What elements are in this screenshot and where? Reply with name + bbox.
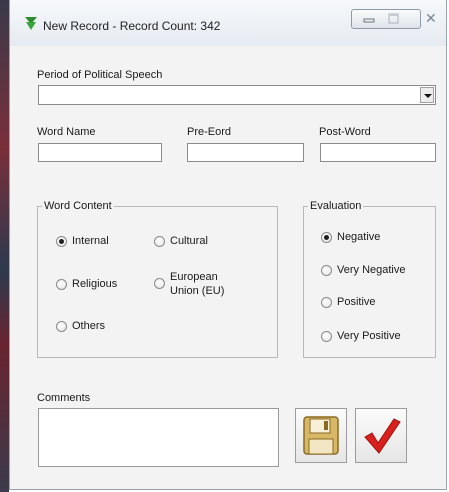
pre-word-input[interactable] [187,143,304,162]
radio-button[interactable] [154,236,165,247]
radio-button[interactable] [321,265,332,276]
post-word-label: Post-Word [319,126,371,138]
option-label[interactable]: Negative [337,231,380,243]
radio-button[interactable] [321,297,332,308]
window-controls [351,9,421,29]
option-label[interactable]: European [170,271,218,283]
window-title: New Record - Record Count: 342 [43,19,221,33]
option-label[interactable]: Religious [72,278,117,290]
comments-label: Comments [37,392,91,404]
option-label[interactable]: Very Negative [337,264,405,276]
option-label[interactable]: Others [72,320,105,332]
pre-word-label: Pre-Eord [187,126,232,138]
title-bar[interactable]: New Record - Record Count: 342 ✕ [10,0,446,46]
post-word-input[interactable] [320,143,436,162]
option-label[interactable]: Internal [72,235,109,247]
maximize-icon[interactable] [382,10,405,28]
option-label-line2[interactable]: Union (EU) [170,285,224,297]
radio-button[interactable] [56,236,67,247]
close-icon[interactable]: ✕ [425,11,437,25]
app-icon [25,17,37,30]
option-label[interactable]: Cultural [170,235,208,247]
radio-button[interactable] [321,331,332,342]
option-label[interactable]: Very Positive [337,330,401,342]
word-name-input[interactable] [38,143,162,162]
radio-button[interactable] [56,279,67,290]
evaluation-legend: Evaluation [310,200,362,212]
comments-textarea[interactable] [38,408,279,467]
checkmark-icon [364,418,401,454]
period-label: Period of Political Speech [37,69,163,81]
word-content-legend: Word Content [44,200,112,212]
period-dropdown[interactable] [38,85,436,105]
floppy-disk-icon [303,416,339,455]
radio-button[interactable] [321,232,332,243]
radio-button[interactable] [154,278,165,289]
word-name-label: Word Name [37,126,96,138]
minimize-icon[interactable] [358,10,381,28]
confirm-button[interactable] [355,408,407,463]
desktop-background-strip [0,0,9,492]
save-button[interactable] [295,408,347,463]
radio-button[interactable] [56,321,67,332]
option-label[interactable]: Positive [337,296,376,308]
new-record-window: New Record - Record Count: 342 ✕ Period … [9,0,447,490]
chevron-down-icon[interactable] [420,87,434,103]
